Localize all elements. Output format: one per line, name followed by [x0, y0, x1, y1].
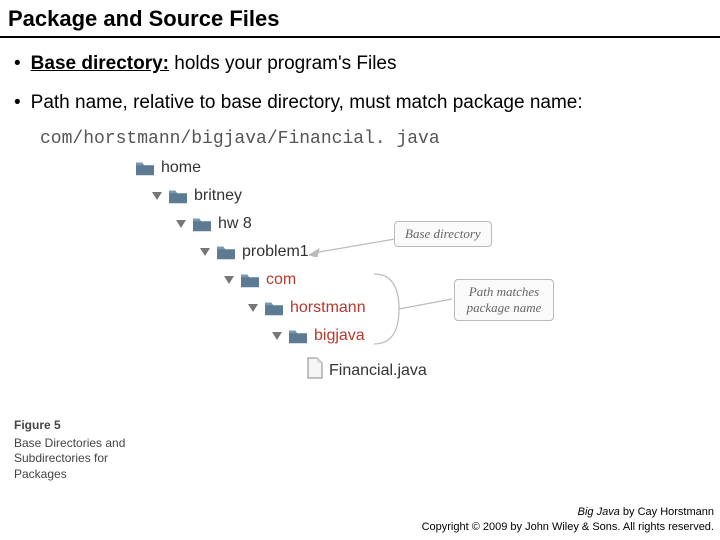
tree-node-file: Financial.java: [306, 357, 427, 384]
expand-arrow-icon: [248, 304, 258, 312]
tree-label: com: [266, 271, 296, 289]
tree-node-com: com: [224, 271, 296, 289]
bullet-1-lead: Base directory:: [31, 53, 169, 74]
bullet-1: • Base directory: holds your program's F…: [14, 52, 706, 77]
folder-icon: [167, 187, 189, 205]
tree-node-bigjava: bigjava: [272, 327, 365, 345]
figure-number: Figure 5: [14, 418, 154, 434]
figure-text: Base Directories and Subdirectories for …: [14, 436, 125, 481]
tree-label: problem1: [242, 243, 309, 261]
bullet-dot: •: [14, 52, 21, 77]
tree-node-hw8: hw 8: [176, 215, 252, 233]
expand-arrow-icon: [272, 332, 282, 340]
bullet-2: • Path name, relative to base directory,…: [14, 91, 706, 116]
footer-book-title: Big Java: [578, 506, 620, 518]
bullet-1-text: Base directory: holds your program's Fil…: [31, 52, 397, 77]
tree-label: home: [161, 159, 201, 177]
folder-icon: [287, 327, 309, 345]
callout-base-directory: Base directory: [394, 221, 492, 247]
tree-label: britney: [194, 187, 242, 205]
bracket-icon: [364, 269, 454, 349]
figure-caption: Figure 5 Base Directories and Subdirecto…: [14, 418, 154, 482]
expand-arrow-icon: [176, 220, 186, 228]
folder-icon: [215, 243, 237, 261]
footer: Big Java by Cay Horstmann Copyright © 20…: [422, 505, 714, 534]
expand-arrow-icon: [224, 276, 234, 284]
bullet-2-text: Path name, relative to base directory, m…: [31, 91, 583, 116]
footer-copyright: Copyright © 2009 by John Wiley & Sons. A…: [422, 520, 714, 534]
tree-label: bigjava: [314, 327, 365, 345]
footer-author: by Cay Horstmann: [620, 506, 714, 518]
footer-line-1: Big Java by Cay Horstmann: [422, 505, 714, 519]
bullet-dot: •: [14, 91, 21, 116]
folder-icon: [263, 299, 285, 317]
expand-arrow-icon: [200, 248, 210, 256]
content-area: • Base directory: holds your program's F…: [0, 52, 720, 419]
tree-node-problem1: problem1: [200, 243, 309, 261]
tree-node-home: home: [134, 159, 201, 177]
callout-path-matches: Path matches package name: [454, 279, 554, 321]
tree-node-britney: britney: [152, 187, 242, 205]
callout-arrow-icon: [309, 237, 395, 257]
tree-label: hw 8: [218, 215, 252, 233]
tree-node-horstmann: horstmann: [248, 299, 366, 317]
bullet-1-rest: holds your program's Files: [169, 53, 397, 74]
tree-label: Financial.java: [329, 362, 427, 380]
expand-arrow-icon: [152, 192, 162, 200]
folder-icon: [239, 271, 261, 289]
file-icon: [306, 357, 324, 384]
folder-icon: [191, 215, 213, 233]
tree-label: horstmann: [290, 299, 366, 317]
folder-icon: [134, 159, 156, 177]
directory-tree: home britney hw 8 problem1: [134, 159, 706, 419]
code-path: com/horstmann/bigjava/Financial. java: [40, 129, 706, 149]
slide-title: Package and Source Files: [0, 0, 720, 38]
